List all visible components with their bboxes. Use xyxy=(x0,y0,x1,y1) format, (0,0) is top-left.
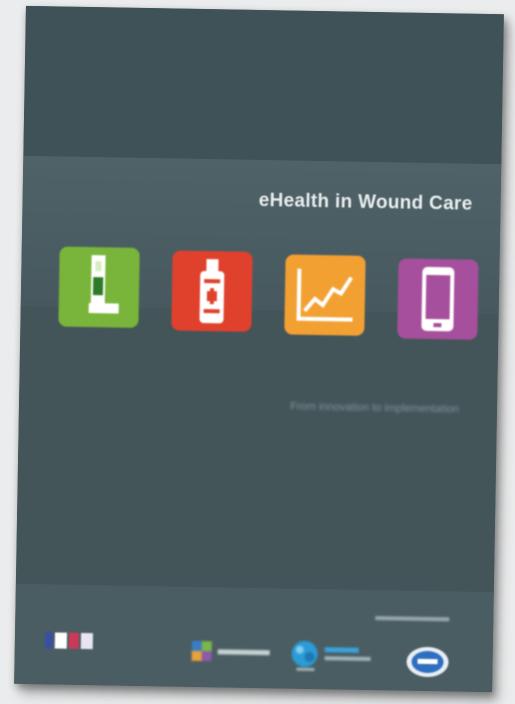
line-chart-icon xyxy=(284,254,366,336)
leg-bandage-icon xyxy=(58,246,140,328)
document-scene: eHealth in Wound Care From innovation to… xyxy=(0,0,515,704)
partner-logo-c xyxy=(404,645,451,680)
publisher-logo xyxy=(44,632,101,651)
report-cover: eHealth in Wound Care From innovation to… xyxy=(14,5,504,693)
cover-top-band xyxy=(23,5,504,165)
icon-row xyxy=(58,246,480,344)
cover-title: eHealth in Wound Care xyxy=(258,189,473,215)
smartphone-icon xyxy=(397,258,479,340)
partner-logo-a xyxy=(189,639,279,667)
usb-stick-icon xyxy=(171,250,253,332)
cover-lower-band xyxy=(15,305,499,595)
partner-logo-b xyxy=(288,639,379,675)
